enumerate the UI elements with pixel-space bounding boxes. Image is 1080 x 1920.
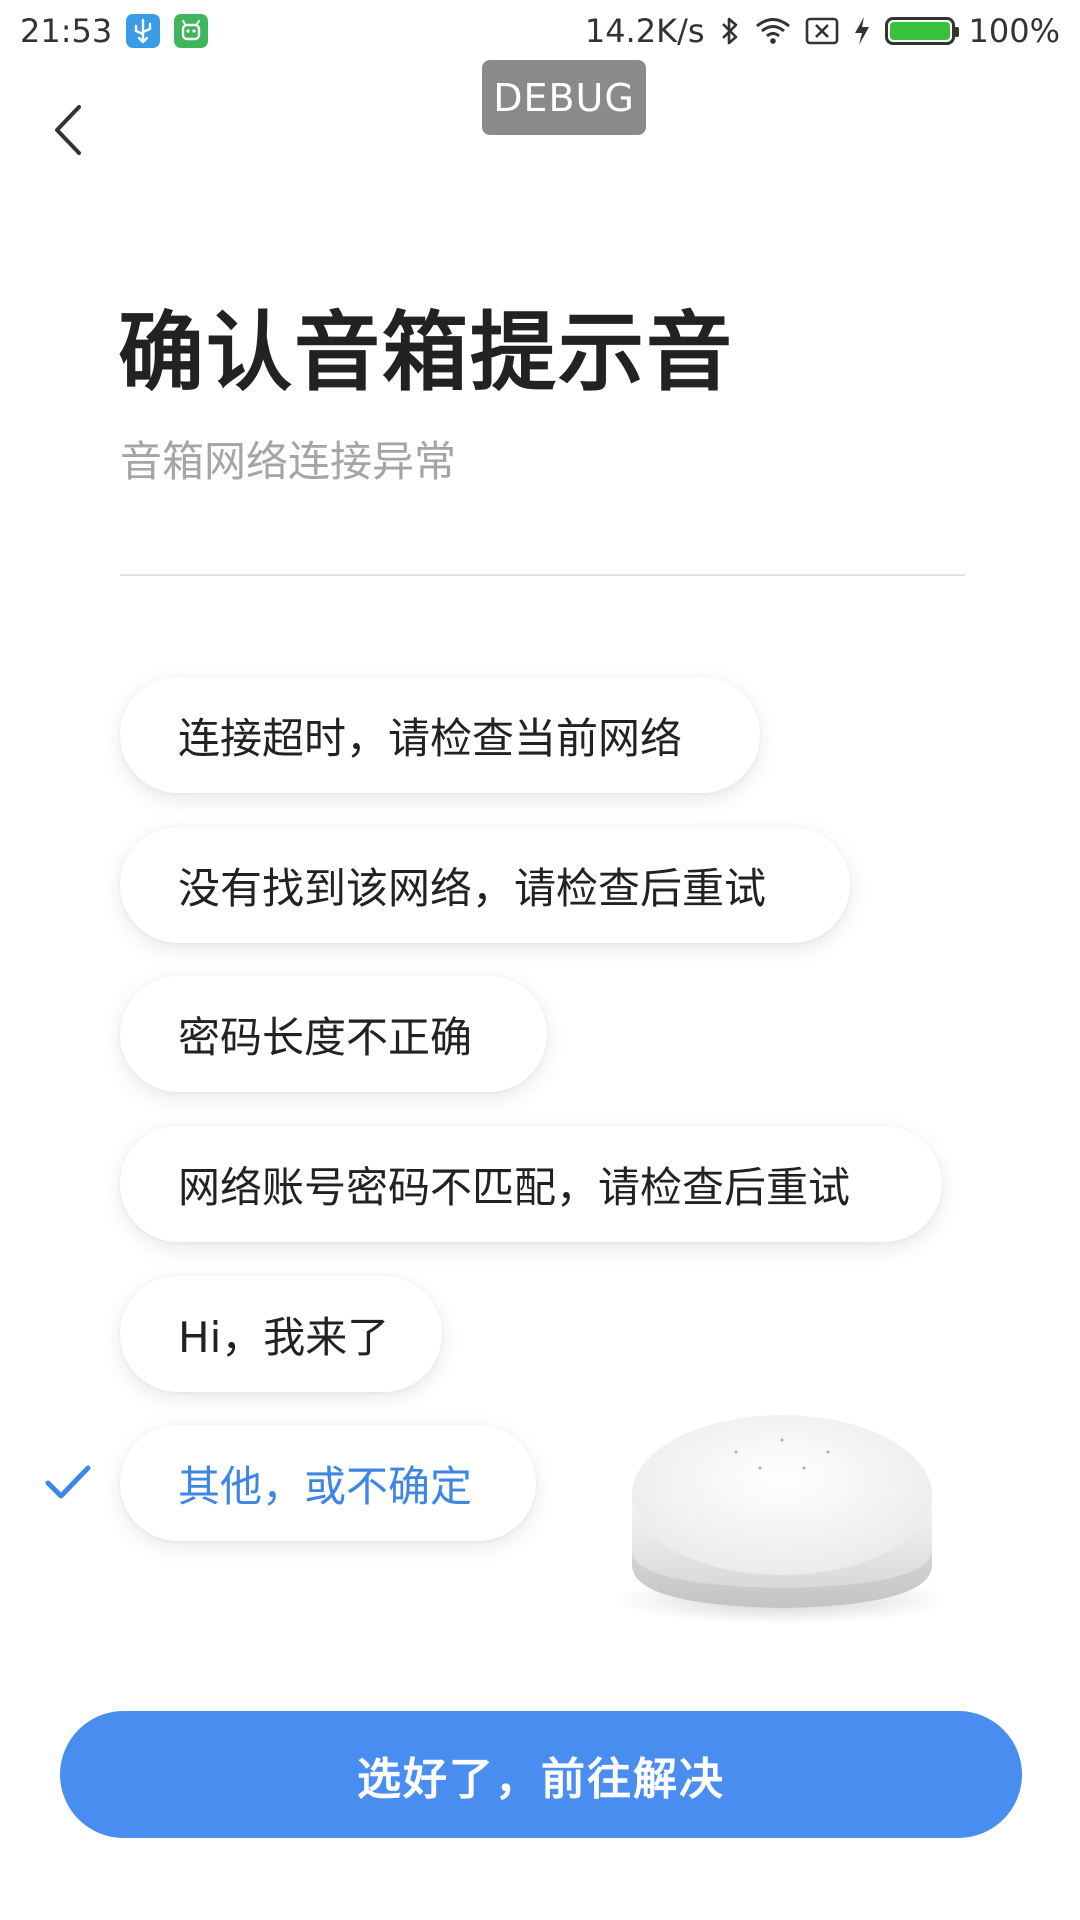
confirm-solve-button[interactable]: 选好了，前往解决 (60, 1711, 1022, 1838)
divider (120, 574, 965, 576)
page-title: 确认音箱提示音 (118, 303, 734, 403)
wifi-icon (755, 17, 791, 45)
checkmark-icon (45, 1465, 91, 1499)
screen: 21:53 14.2K/s 100% DEBUG 确认音箱提示音 音箱网络连接异… (0, 0, 1080, 1920)
option-connection-timeout[interactable]: 连接超时，请检查当前网络 (120, 677, 760, 793)
charging-icon (853, 16, 871, 46)
status-time: 21:53 (20, 12, 113, 50)
option-network-not-found[interactable]: 没有找到该网络，请检查后重试 (120, 827, 850, 943)
bluetooth-icon (719, 15, 741, 47)
status-bar-right: 14.2K/s 100% (585, 12, 1060, 50)
battery-percent: 100% (968, 12, 1060, 50)
smart-speaker-image (614, 1415, 950, 1624)
net-speed: 14.2K/s (584, 12, 705, 50)
back-button[interactable] (40, 95, 96, 165)
usb-debug-icon (126, 14, 161, 48)
debug-badge: DEBUG (482, 60, 646, 135)
option-password-length[interactable]: 密码长度不正确 (120, 976, 547, 1092)
battery-icon (884, 17, 959, 45)
no-sim-icon (805, 16, 839, 46)
chevron-left-icon (55, 105, 81, 155)
android-icon (174, 14, 209, 48)
option-row: 连接超时，请检查当前网络 (0, 677, 1080, 793)
status-bar-left: 21:53 (20, 12, 209, 50)
status-bar: 21:53 14.2K/s 100% (0, 0, 1080, 62)
battery-fill (889, 22, 950, 40)
option-row: 没有找到该网络，请检查后重试 (0, 827, 1080, 943)
option-hi-here[interactable]: Hi，我来了 (120, 1276, 442, 1392)
option-other-unsure[interactable]: 其他，或不确定 (120, 1425, 536, 1541)
option-row: 网络账号密码不匹配，请检查后重试 (0, 1126, 1080, 1242)
option-row: 密码长度不正确 (0, 976, 1080, 1092)
option-row: Hi，我来了 (0, 1276, 1080, 1392)
option-password-mismatch[interactable]: 网络账号密码不匹配，请检查后重试 (120, 1126, 942, 1242)
page-subtitle: 音箱网络连接异常 (120, 437, 457, 486)
